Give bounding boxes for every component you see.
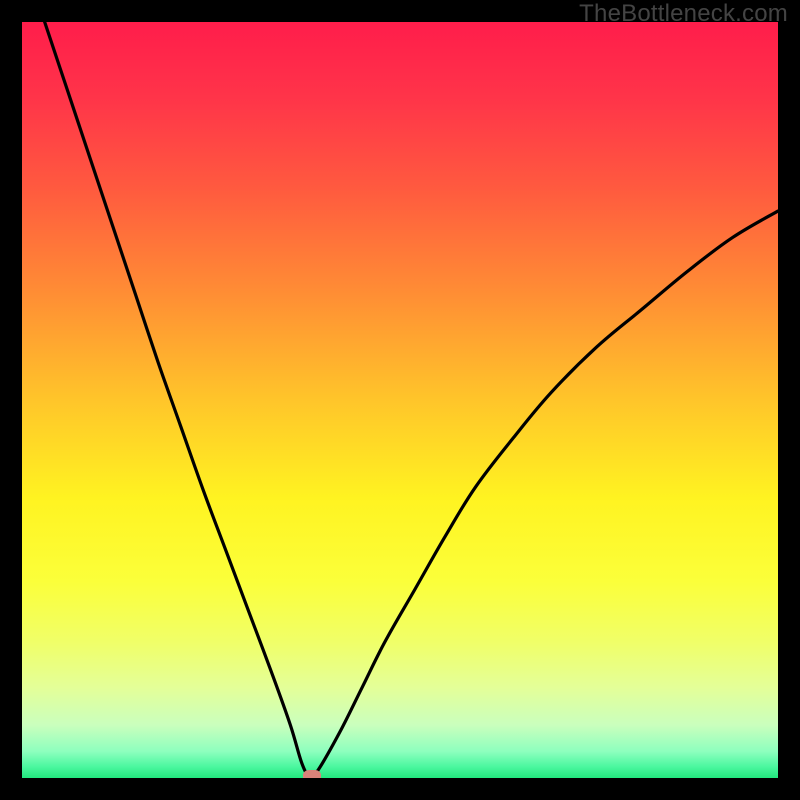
chart-frame: TheBottleneck.com <box>0 0 800 800</box>
bottleneck-curve <box>22 22 778 778</box>
plot-area <box>22 22 778 778</box>
watermark-text: TheBottleneck.com <box>579 0 788 28</box>
optimum-marker <box>303 770 321 778</box>
